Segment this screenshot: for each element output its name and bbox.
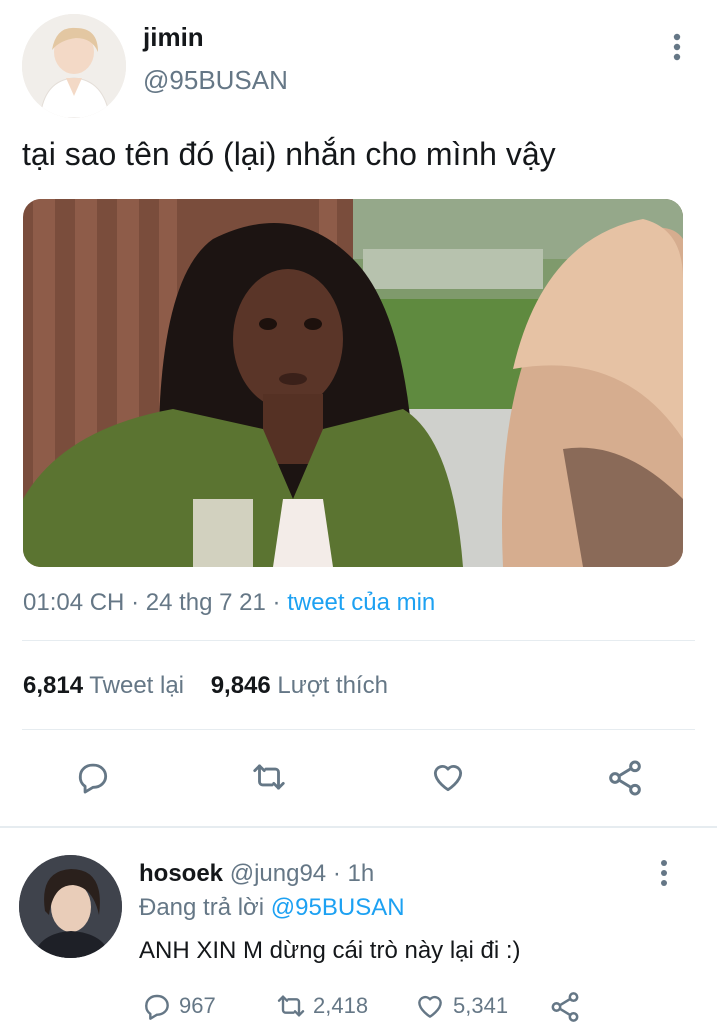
retweet-icon[interactable]	[249, 758, 289, 796]
reply-author-handle[interactable]: @jung94	[230, 860, 326, 887]
reply-reply-action[interactable]: 967	[141, 990, 216, 1022]
author-name[interactable]: jimin	[143, 22, 204, 53]
meme-photo-image	[23, 199, 683, 567]
retweet-icon	[273, 990, 309, 1022]
like-count: 9,846	[210, 672, 271, 699]
reply-text: ANH XIN M dừng cái trò này lại đi :)	[139, 937, 521, 964]
avatar-portrait-image	[19, 855, 122, 958]
more-options-icon[interactable]	[668, 32, 686, 64]
tweet-media-image[interactable]	[23, 199, 683, 567]
author-handle[interactable]: @95BUSAN	[143, 65, 288, 96]
retweet-count: 6,814	[23, 672, 84, 699]
replying-to-label: Đang trả lời	[139, 894, 265, 921]
reply-icon[interactable]	[74, 758, 112, 796]
reply-retweet-count: 2,418	[313, 993, 369, 1018]
like-icon	[413, 990, 447, 1022]
reply-share-action[interactable]	[548, 990, 582, 1024]
tweet-date[interactable]: 24 thg 7 21	[146, 589, 266, 616]
meta-separator: ·	[131, 589, 140, 616]
replying-to-line: Đang trả lời @95BUSAN	[139, 894, 405, 922]
tweet-source-link[interactable]: tweet của min	[287, 589, 435, 616]
reply-like-action[interactable]: 5,341	[413, 990, 508, 1022]
divider	[22, 729, 695, 730]
reply-icon	[141, 990, 173, 1022]
tweet-time[interactable]: 01:04 CH	[23, 589, 124, 616]
retweet-label: Tweet lại	[89, 672, 185, 699]
reply-time[interactable]: 1h	[347, 860, 374, 887]
tweet-meta: 01:04 CH · 24 thg 7 21 · tweet của min	[23, 589, 435, 617]
divider	[22, 640, 695, 641]
replying-to-handle-link[interactable]: @95BUSAN	[271, 894, 405, 921]
reply-retweet-action[interactable]: 2,418	[273, 990, 368, 1022]
like-stat[interactable]: 9,846 Lượt thích	[211, 672, 388, 699]
reply-author-avatar[interactable]	[19, 855, 122, 958]
share-icon[interactable]	[605, 758, 645, 798]
reply-more-options-icon[interactable]	[656, 858, 672, 888]
avatar-portrait-image	[22, 14, 126, 118]
retweet-stat[interactable]: 6,814 Tweet lại	[23, 672, 191, 699]
reply-separator: ·	[332, 860, 341, 887]
tweet-stats: 6,814 Tweet lại 9,846 Lượt thích	[23, 672, 388, 700]
reply-like-count: 5,341	[453, 993, 509, 1018]
like-label: Lượt thích	[277, 672, 388, 699]
like-icon[interactable]	[428, 758, 468, 796]
meta-separator: ·	[272, 589, 281, 616]
reply-header: hosoek @jung94 · 1h	[139, 860, 374, 888]
share-icon	[548, 990, 582, 1024]
author-avatar[interactable]	[22, 14, 126, 118]
reply-count: 967	[179, 993, 216, 1018]
section-divider	[0, 826, 717, 828]
tweet-text: tại sao tên đó (lại) nhắn cho mình vậy	[22, 136, 556, 172]
reply-author-name[interactable]: hosoek	[139, 860, 223, 887]
